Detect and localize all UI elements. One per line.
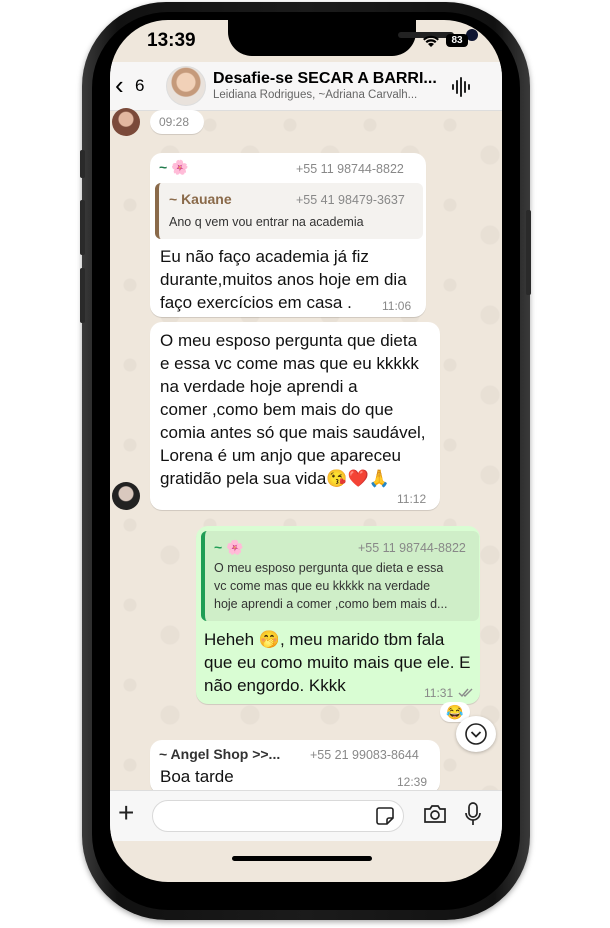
message-line: na verdade hoje aprendi a xyxy=(160,377,358,396)
camera-icon[interactable] xyxy=(422,803,448,825)
unread-count[interactable]: 6 xyxy=(135,76,144,96)
message-sender: ~ Angel Shop >>... xyxy=(159,746,281,762)
message-time: 09:28 xyxy=(159,115,190,129)
quoted-text: Ano q vem vou entrar na academia xyxy=(169,215,364,229)
notch xyxy=(228,20,478,56)
quoted-line: vc come mas que eu kkkkk na verdade xyxy=(214,579,431,593)
voice-chat-icon[interactable] xyxy=(450,76,472,98)
outgoing-message-bubble[interactable]: ~ 🌸 +55 11 98744-8822 O meu esposo pergu… xyxy=(196,526,480,704)
mute-switch xyxy=(80,150,85,178)
compose-bar: + xyxy=(110,790,502,841)
sender-phone: +55 21 99083-8644 xyxy=(310,748,419,762)
message-line: Heheh 🤭, meu marido tbm fala xyxy=(204,630,445,649)
chat-title[interactable]: Desafie-se SECAR A BARRI... xyxy=(213,70,437,88)
quoted-phone: +55 11 98744-8822 xyxy=(358,541,466,555)
quoted-sender: ~ 🌸 xyxy=(214,539,244,555)
message-line: gratidão pela sua vida😘❤️🙏 xyxy=(160,469,390,488)
microphone-icon[interactable] xyxy=(464,801,482,827)
battery-indicator: 83 xyxy=(446,34,468,47)
status-time: 13:39 xyxy=(147,30,196,51)
chat-participants[interactable]: Leidiana Rodrigues, ~Adriana Carvalh... xyxy=(213,89,417,101)
quoted-message[interactable]: ~ Kauane +55 41 98479-3637 Ano q vem vou… xyxy=(155,183,423,239)
wifi-icon xyxy=(423,35,439,47)
message-line: durante,muitos anos hoje em dia xyxy=(160,270,407,289)
quoted-phone: +55 41 98479-3637 xyxy=(296,193,405,207)
message-line: Eu não faço academia já fiz xyxy=(160,247,369,266)
message-line: comer ,como bem mais do que xyxy=(160,400,394,419)
scroll-down-button[interactable] xyxy=(456,716,496,752)
quoted-message[interactable]: ~ 🌸 +55 11 98744-8822 O meu esposo pergu… xyxy=(201,531,479,621)
message-line: comia antes só que mais saudável, xyxy=(160,423,426,442)
message-text: Boa tarde xyxy=(160,767,234,786)
message-bubble[interactable]: 09:28 xyxy=(150,110,204,134)
sticker-icon[interactable] xyxy=(375,806,395,826)
message-bubble[interactable]: ~ Angel Shop >>... +55 21 99083-8644 Boa… xyxy=(150,740,440,794)
back-chevron-icon[interactable]: ‹ xyxy=(115,70,124,101)
volume-up-button xyxy=(80,200,85,255)
chevron-down-icon xyxy=(465,723,487,745)
volume-down-button xyxy=(80,268,85,323)
sender-avatar[interactable] xyxy=(112,108,140,136)
message-text: Eu não faço academia já fiz durante,muit… xyxy=(160,245,407,314)
power-button xyxy=(526,210,531,295)
attach-plus-icon[interactable]: + xyxy=(118,799,134,827)
double-check-icon xyxy=(458,688,473,698)
home-indicator[interactable] xyxy=(232,856,372,861)
quoted-line: hoje aprendi a comer ,como bem mais d... xyxy=(214,597,448,611)
group-avatar[interactable] xyxy=(166,66,206,106)
sender-phone: +55 11 98744-8822 xyxy=(296,162,404,176)
message-bubble[interactable]: ~ 🌸 +55 11 98744-8822 ~ Kauane +55 41 98… xyxy=(150,153,426,317)
message-sender: ~ 🌸 xyxy=(159,159,189,175)
message-line: e essa vc come mas que eu kkkkk xyxy=(160,354,419,373)
message-bubble[interactable]: O meu esposo pergunta que dieta e essa v… xyxy=(150,322,440,510)
quoted-sender: ~ Kauane xyxy=(169,191,232,207)
message-time: 11:31 xyxy=(424,686,454,700)
quoted-text: O meu esposo pergunta que dieta e essa v… xyxy=(214,559,447,613)
sender-avatar[interactable] xyxy=(112,482,140,510)
message-line: Lorena é um anjo que apareceu xyxy=(160,446,402,465)
chat-header: ‹ 6 Desafie-se SECAR A BARRI... Leidiana… xyxy=(110,62,502,111)
quoted-line: O meu esposo pergunta que dieta e essa xyxy=(214,561,444,575)
message-time: 11:06 xyxy=(382,299,412,313)
message-time: 11:12 xyxy=(397,492,427,506)
message-line: O meu esposo pergunta que dieta xyxy=(160,331,418,350)
message-time: 12:39 xyxy=(397,775,428,789)
message-input[interactable] xyxy=(152,800,404,832)
message-line: que eu como muito mais que ele. E xyxy=(204,653,471,672)
screen: 13:39 83 ‹ 6 Desafie-se SECAR A BARRI...… xyxy=(110,20,502,882)
message-text: O meu esposo pergunta que dieta e essa v… xyxy=(160,329,426,490)
message-line: faço exercícios em casa . xyxy=(160,293,352,312)
